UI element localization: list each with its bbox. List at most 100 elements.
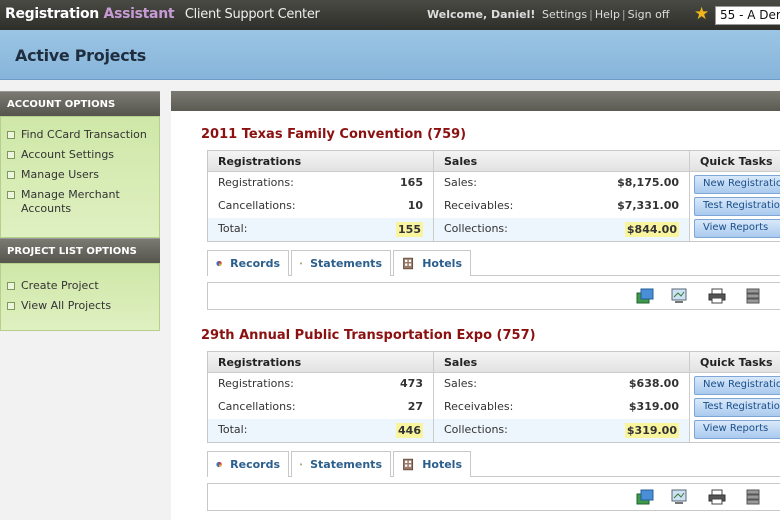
settings-link[interactable]: Settings (542, 8, 587, 21)
project-list-options-heading: PROJECT LIST OPTIONS (0, 238, 160, 263)
collections-row: Collections: $319.00 (434, 419, 689, 442)
tab-statements[interactable]: Statements (291, 451, 391, 477)
statements-icon (300, 262, 303, 265)
row-label: Total: (218, 423, 248, 436)
sidebar-item-label: Create Project (21, 279, 99, 292)
hotel-icon (403, 458, 414, 471)
row-label: Registrations: (218, 176, 294, 189)
sidebar-item-find-ccard[interactable]: Find CCard Transaction (1, 125, 159, 145)
sales-row: Sales: $8,175.00 (434, 172, 689, 195)
receivables-value: $7,331.00 (617, 199, 679, 212)
row-label: Receivables: (444, 400, 514, 413)
view-reports-button[interactable]: View Reports (694, 420, 780, 439)
receivables-row: Receivables: $319.00 (434, 396, 689, 419)
row-label: Sales: (444, 377, 477, 390)
receivables-value: $319.00 (628, 400, 679, 413)
monitor-icon[interactable] (670, 489, 688, 505)
receivables-row: Receivables: $7,331.00 (434, 195, 689, 218)
test-registration-button[interactable]: Test Registration (694, 398, 780, 417)
sidebar-item-label: Find CCard Transaction (21, 128, 147, 141)
monitor-icon[interactable] (670, 288, 688, 304)
row-label: Receivables: (444, 199, 514, 212)
logo-subtitle: Client Support Center (184, 7, 320, 22)
sales-row: Sales: $638.00 (434, 373, 689, 396)
top-links: Settings | Help | Sign off (542, 8, 670, 21)
row-label: Collections: (444, 423, 508, 436)
tab-label: Hotels (422, 257, 462, 270)
row-label: Cancellations: (218, 199, 296, 212)
row-label: Registrations: (218, 377, 294, 390)
sidebar-item-label: View All Projects (21, 299, 112, 312)
sign-off-link[interactable]: Sign off (628, 8, 670, 21)
row-label: Total: (218, 222, 248, 235)
sidebar-item-account-settings[interactable]: Account Settings (1, 145, 159, 165)
project-card: 29th Annual Public Transportation Expo (… (201, 328, 780, 511)
test-registration-button[interactable]: Test Registration (694, 197, 780, 216)
cancellations-row: Cancellations: 27 (208, 396, 433, 419)
row-label: Cancellations: (218, 400, 296, 413)
registrations-row: Registrations: 165 (208, 172, 433, 195)
tab-records[interactable]: Records (207, 451, 289, 477)
row-label: Collections: (444, 222, 508, 235)
star-icon[interactable]: ★ (694, 5, 709, 23)
bullet-icon (7, 131, 15, 139)
tab-hotels[interactable]: Hotels (393, 250, 471, 276)
sidebar-item-label: Manage Merchant Accounts (21, 188, 120, 215)
project-toolbar (207, 483, 780, 511)
sidebar-item-label: Manage Users (21, 168, 99, 181)
tab-hotels[interactable]: Hotels (393, 451, 471, 477)
logo-accent: Assistant (103, 6, 175, 22)
database-icon[interactable] (744, 489, 762, 505)
sales-heading: Sales (434, 151, 689, 172)
total-row: Total: 446 (208, 419, 433, 442)
sales-value: $638.00 (628, 377, 679, 390)
sales-heading: Sales (434, 352, 689, 373)
row-label: Sales: (444, 176, 477, 189)
project-card: 2011 Texas Family Convention (759) Regis… (201, 127, 780, 310)
total-value: 155 (396, 222, 423, 237)
export-icon[interactable] (636, 288, 654, 304)
database-icon[interactable] (744, 288, 762, 304)
export-icon[interactable] (636, 489, 654, 505)
total-row: Total: 155 (208, 218, 433, 241)
collections-value: $319.00 (624, 423, 679, 438)
bullet-icon (7, 302, 15, 310)
project-tabs: Records Statements Hotels (207, 250, 780, 276)
welcome-text: Welcome, Daniel! (427, 8, 536, 21)
sidebar-item-manage-users[interactable]: Manage Users (1, 165, 159, 185)
project-select[interactable]: 55 - A Der (715, 6, 780, 25)
registrations-heading: Registrations (208, 151, 433, 172)
project-toolbar (207, 282, 780, 310)
project-summary-panel: Registrations Registrations: 165 Cancella… (207, 150, 780, 242)
sidebar-item-manage-merchant[interactable]: Manage Merchant Accounts (1, 185, 159, 219)
cancellations-row: Cancellations: 10 (208, 195, 433, 218)
tab-statements[interactable]: Statements (291, 250, 391, 276)
sidebar-item-create-project[interactable]: Create Project (1, 276, 159, 296)
bullet-icon (7, 151, 15, 159)
pie-chart-icon (216, 260, 222, 267)
tab-records[interactable]: Records (207, 250, 289, 276)
sales-value: $8,175.00 (617, 176, 679, 189)
new-registration-button[interactable]: New Registration (694, 376, 780, 395)
registrations-column: Registrations Registrations: 165 Cancella… (208, 151, 433, 241)
registrations-heading: Registrations (208, 352, 433, 373)
total-value: 446 (396, 423, 423, 438)
quick-tasks-heading: Quick Tasks (690, 151, 780, 172)
help-link[interactable]: Help (595, 8, 620, 21)
tab-label: Statements (310, 458, 382, 471)
new-registration-button[interactable]: New Registration (694, 175, 780, 194)
statements-icon (300, 463, 303, 466)
project-title[interactable]: 2011 Texas Family Convention (759) (201, 127, 780, 142)
tab-label: Hotels (422, 458, 462, 471)
printer-icon[interactable] (708, 489, 726, 505)
main-content: 2011 Texas Family Convention (759) Regis… (171, 111, 780, 520)
sales-column: Sales Sales: $638.00 Receivables: $319.00 … (434, 352, 689, 442)
collections-value: $844.00 (624, 222, 679, 237)
project-title[interactable]: 29th Annual Public Transportation Expo (… (201, 328, 780, 343)
registrations-column: Registrations Registrations: 473 Cancella… (208, 352, 433, 442)
view-reports-button[interactable]: View Reports (694, 219, 780, 238)
title-bar: Active Projects (0, 30, 780, 80)
project-summary-panel: Registrations Registrations: 473 Cancella… (207, 351, 780, 443)
printer-icon[interactable] (708, 288, 726, 304)
sidebar-item-view-all-projects[interactable]: View All Projects (1, 296, 159, 316)
